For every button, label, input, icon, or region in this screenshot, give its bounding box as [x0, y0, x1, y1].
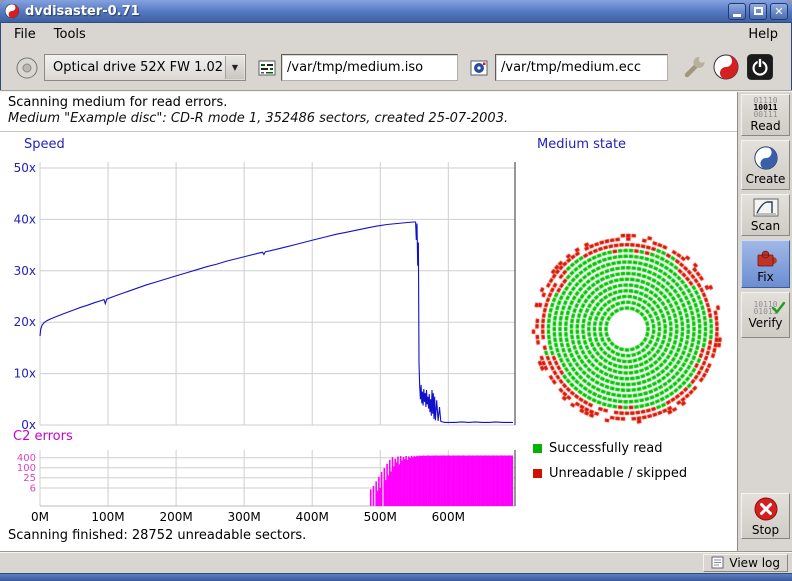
menu-file[interactable]: File	[5, 25, 45, 44]
fix-button[interactable]: Fix	[741, 240, 790, 288]
message-separator	[0, 131, 737, 132]
svg-text:6: 6	[30, 484, 36, 495]
menu-tools[interactable]: Tools	[45, 25, 95, 44]
svg-text:20x: 20x	[14, 315, 36, 329]
yin-yang-icon	[753, 145, 779, 171]
menubar: File Tools Help	[1, 23, 791, 45]
preferences-wrench-icon[interactable]	[682, 54, 708, 80]
svg-text:400: 400	[17, 453, 36, 464]
window-title: dvdisaster-0.71	[25, 4, 140, 19]
action-sidebar: 01110 10011 00111 Read Create	[737, 92, 792, 551]
log-icon	[711, 556, 724, 569]
legend-read-swatch	[533, 444, 542, 453]
legend-skipped: Unreadable / skipped	[533, 466, 687, 481]
binary-verify-icon: 10110 01011	[753, 301, 777, 315]
stop-button[interactable]: Stop	[741, 493, 790, 539]
chevron-down-icon: ▼	[225, 56, 244, 79]
create-button[interactable]: Create	[741, 140, 790, 190]
binary-line: 00111	[753, 111, 777, 118]
svg-text:0M: 0M	[31, 510, 49, 524]
svg-text:400M: 400M	[296, 510, 329, 524]
drive-icon[interactable]	[14, 55, 40, 81]
view-log-label: View log	[729, 556, 780, 570]
medium-state-title: Medium state	[537, 137, 626, 152]
legend-read-label: Successfully read	[549, 441, 662, 456]
verify-button[interactable]: 10110 01011 Verify	[741, 292, 790, 338]
binary-read-icon: 01110 10011 00111	[753, 97, 777, 118]
svg-text:25: 25	[23, 473, 36, 484]
statusbar: View log	[0, 551, 792, 573]
drive-select[interactable]: Optical drive 52X FW 1.02 ▼	[44, 54, 246, 81]
create-label: Create	[746, 172, 786, 186]
app-window: dvdisaster-0.71 ✕ File Tools Help Optica…	[0, 0, 792, 581]
ecc-file-input[interactable]	[495, 54, 668, 81]
maximize-button[interactable]	[749, 3, 767, 20]
maximize-icon	[754, 7, 763, 15]
toolbar: Optical drive 52X FW 1.02 ▼	[0, 45, 792, 90]
dvdisaster-logo-icon[interactable]	[712, 53, 740, 81]
drive-select-value: Optical drive 52X FW 1.02	[53, 60, 223, 75]
app-icon	[4, 3, 20, 19]
stop-label: Stop	[752, 523, 779, 537]
svg-text:10x: 10x	[14, 367, 36, 381]
minimize-icon	[733, 14, 741, 17]
image-file-icon	[257, 58, 277, 78]
titlebar[interactable]: dvdisaster-0.71 ✕	[0, 0, 792, 23]
view-log-button[interactable]: View log	[703, 554, 788, 572]
check-icon	[771, 300, 786, 319]
svg-text:50x: 50x	[14, 161, 36, 175]
svg-text:40x: 40x	[14, 212, 36, 226]
legend-read: Successfully read	[533, 441, 662, 456]
scan-chart-icon	[753, 198, 779, 218]
medium-state-disc	[530, 232, 724, 426]
speed-chart-title: Speed	[24, 137, 65, 152]
c2-errors-title: C2 errors	[13, 429, 73, 444]
minimize-button[interactable]	[728, 3, 746, 20]
stop-icon	[753, 496, 779, 522]
ecc-file-icon	[469, 58, 489, 78]
main-panel: Scanning medium for read errors. Medium …	[0, 92, 737, 551]
svg-text:500M: 500M	[364, 510, 397, 524]
scan-button[interactable]: Scan	[741, 194, 790, 236]
window-controls: ✕	[728, 3, 788, 20]
quit-power-icon[interactable]	[746, 53, 774, 81]
close-button[interactable]: ✕	[770, 3, 788, 20]
read-button[interactable]: 01110 10011 00111 Read	[741, 94, 790, 136]
fix-label: Fix	[757, 270, 773, 284]
legend-skipped-swatch	[533, 469, 542, 478]
read-label: Read	[750, 119, 780, 133]
svg-text:300M: 300M	[228, 510, 261, 524]
iso-file-input[interactable]	[281, 54, 458, 81]
menu-help[interactable]: Help	[739, 25, 787, 44]
status-message: Scanning medium for read errors.	[8, 95, 227, 110]
puzzle-piece-icon	[754, 245, 778, 269]
svg-text:600M: 600M	[432, 510, 465, 524]
finished-message: Scanning finished: 28752 unreadable sect…	[8, 528, 306, 543]
scan-label: Scan	[751, 219, 780, 233]
svg-text:200M: 200M	[159, 510, 192, 524]
svg-text:100M: 100M	[91, 510, 124, 524]
svg-text:100: 100	[17, 463, 36, 474]
medium-info-message: Medium "Example disc": CD-R mode 1, 3524…	[8, 111, 508, 126]
legend-skipped-label: Unreadable / skipped	[549, 466, 687, 481]
svg-text:30x: 30x	[14, 264, 36, 278]
window-frame-bottom	[0, 573, 792, 581]
close-icon: ✕	[774, 6, 783, 17]
